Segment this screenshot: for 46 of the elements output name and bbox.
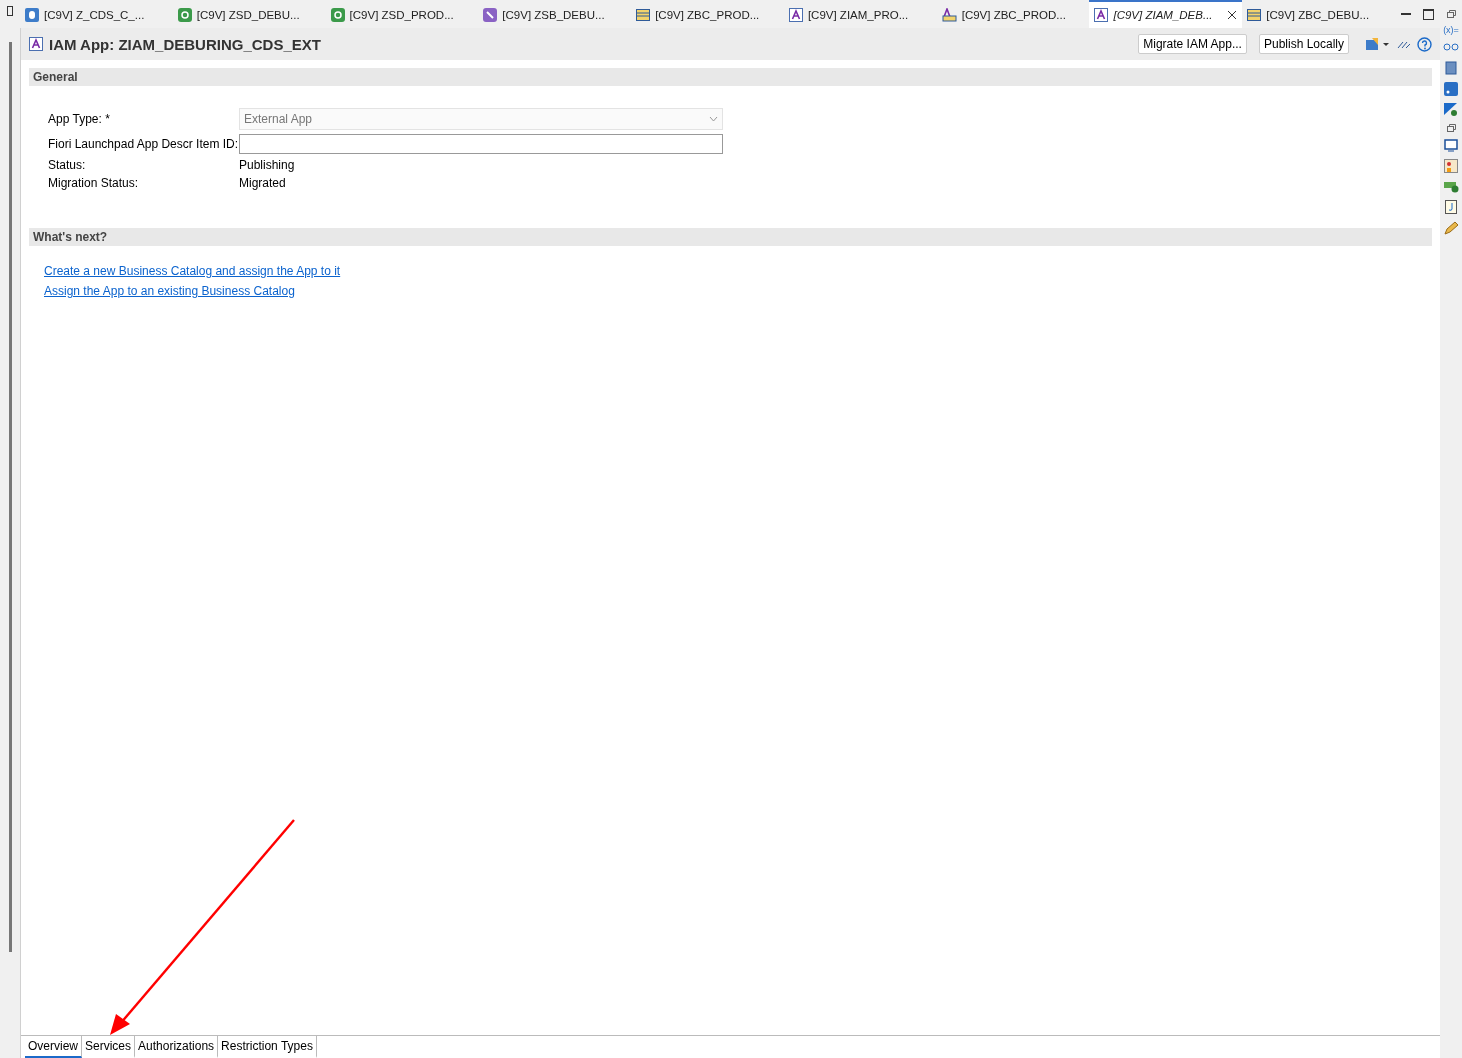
editor-tab[interactable]: [C9V] ZBC_PROD... bbox=[936, 0, 1090, 28]
chevron-down-icon bbox=[709, 116, 718, 122]
editor-tab[interactable]: [C9V] ZSD_PROD... bbox=[325, 0, 479, 28]
link[interactable]: Create a new Business Catalog and assign the App to it bbox=[44, 264, 1417, 278]
editor-tab[interactable]: [C9V] ZIAM_DEB... bbox=[1089, 0, 1243, 28]
close-icon[interactable] bbox=[1227, 10, 1238, 20]
section-header: General bbox=[29, 68, 1432, 86]
input-field[interactable] bbox=[239, 134, 723, 154]
action-button[interactable]: Migrate IAM App... bbox=[1138, 34, 1247, 54]
field-label: Fiori Launchpad App Descr Item ID: bbox=[48, 137, 239, 151]
field-label: App Type: * bbox=[48, 112, 111, 126]
iam-app-icon bbox=[1094, 8, 1109, 22]
table-icon bbox=[1247, 8, 1262, 22]
table-icon bbox=[636, 8, 651, 22]
link-icon bbox=[483, 8, 498, 22]
editor-tab[interactable]: [C9V] ZBC_PROD... bbox=[631, 0, 784, 28]
iam-app-icon bbox=[29, 37, 43, 51]
page-tab[interactable]: Authorizations bbox=[135, 1036, 219, 1058]
field-value: Migrated bbox=[239, 176, 287, 190]
pen-icon[interactable] bbox=[1443, 221, 1459, 235]
catalog-icon bbox=[941, 8, 957, 22]
editor-tab[interactable]: [C9V] ZSD_DEBU... bbox=[172, 0, 326, 28]
page-tab[interactable]: Restriction Types bbox=[218, 1036, 317, 1058]
service-icon bbox=[177, 8, 192, 22]
note-icon[interactable] bbox=[1445, 200, 1457, 214]
field-label: Status: bbox=[48, 158, 87, 172]
editor-tab[interactable]: [C9V] ZBC_DEBU... bbox=[1242, 0, 1396, 28]
service-icon bbox=[330, 8, 345, 22]
editor-tab[interactable]: [C9V] Z_CDS_C_... bbox=[20, 0, 173, 28]
glasses-icon[interactable] bbox=[1443, 42, 1459, 54]
editor-tab[interactable]: [C9V] ZIAM_PRO... bbox=[783, 0, 937, 28]
export-icon[interactable] bbox=[1365, 37, 1391, 51]
field-label: Migration Status: bbox=[48, 176, 140, 190]
monitor-icon[interactable] bbox=[1444, 139, 1458, 152]
link[interactable]: Assign the App to an existing Business Catalog bbox=[44, 284, 1417, 298]
editor-title: IAM App: ZIAM_DEBURING_CDS_EXT bbox=[49, 35, 322, 53]
editor-tab[interactable]: [C9V] ZSB_DEBU... bbox=[478, 0, 632, 28]
action-button[interactable]: Publish Locally bbox=[1258, 34, 1349, 54]
field-value: Publishing bbox=[239, 158, 296, 172]
help-icon[interactable] bbox=[1417, 36, 1432, 52]
maximize-icon[interactable] bbox=[1423, 8, 1435, 20]
iam-app-icon bbox=[788, 8, 803, 22]
variables-view-button[interactable]: (x)= bbox=[1443, 25, 1459, 35]
page-tab[interactable]: Overview bbox=[25, 1036, 82, 1058]
section-header: What's next? bbox=[29, 228, 1432, 246]
page-tab[interactable]: Services bbox=[82, 1036, 136, 1058]
